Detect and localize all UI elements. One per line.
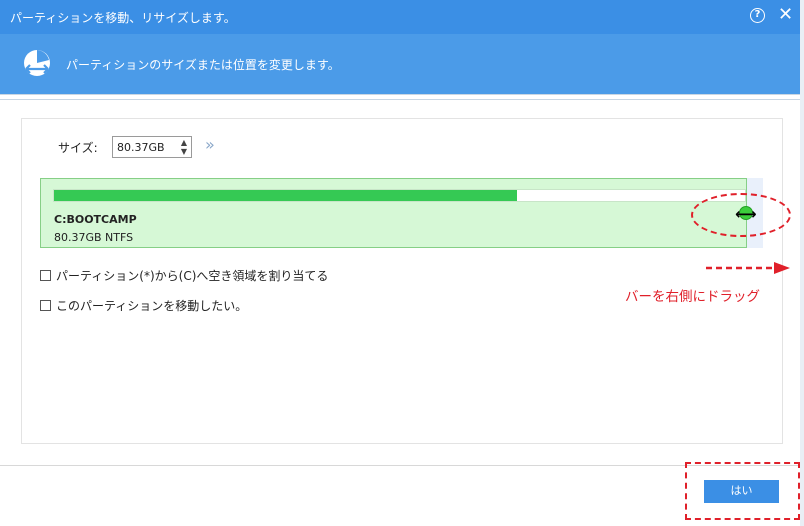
annotation-ellipse <box>691 193 791 237</box>
option-label: このパーティションを移動したい。 <box>56 299 248 313</box>
partition-move-icon <box>24 50 50 76</box>
size-label: サイズ: <box>58 141 98 155</box>
banner-text: パーティションのサイズまたは位置を変更します。 <box>66 58 340 72</box>
annotation-arrow-icon <box>706 262 790 274</box>
window-titlebar: パーティションを移動、リサイズします。 ? ✕ <box>0 0 804 34</box>
divider <box>0 94 804 95</box>
divider <box>0 99 804 100</box>
partition-bar[interactable]: C:BOOTCAMP 80.37GB NTFS <box>40 178 747 248</box>
expand-icon[interactable]: » <box>205 135 215 154</box>
spin-arrows-icon[interactable]: ▲ ▼ <box>181 138 187 156</box>
annotation-frame <box>685 462 800 520</box>
option-label: パーティション(*)から(C)へ空き領域を割り当てる <box>56 269 329 283</box>
close-icon[interactable]: ✕ <box>778 4 793 26</box>
footer-divider <box>0 465 804 466</box>
usage-fill <box>54 190 517 201</box>
help-icon[interactable]: ? <box>750 8 765 23</box>
checkbox[interactable] <box>40 270 51 281</box>
size-stepper[interactable]: 80.37GB ▲ ▼ <box>112 136 192 158</box>
partition-name: C:BOOTCAMP <box>54 213 137 226</box>
option-move-partition[interactable]: このパーティションを移動したい。 <box>40 297 247 314</box>
window-edge <box>800 0 804 526</box>
partition-detail: 80.37GB NTFS <box>54 231 134 244</box>
checkbox[interactable] <box>40 300 51 311</box>
usage-track <box>53 189 746 202</box>
option-allocate-free-space[interactable]: パーティション(*)から(C)へ空き領域を割り当てる <box>40 267 328 284</box>
header-banner: パーティションのサイズまたは位置を変更します。 <box>0 34 804 94</box>
window-title: パーティションを移動、リサイズします。 <box>10 11 236 25</box>
annotation-text: バーを右側にドラッグ <box>625 289 760 305</box>
size-value: 80.37GB <box>117 141 165 154</box>
